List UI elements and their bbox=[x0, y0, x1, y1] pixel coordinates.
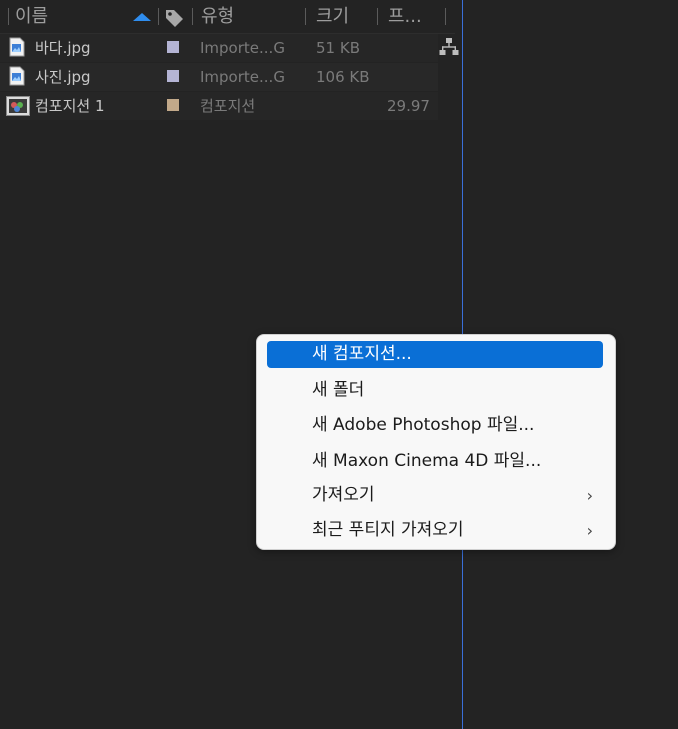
column-divider bbox=[445, 8, 446, 25]
menu-item-label: 가져오기 bbox=[312, 485, 375, 505]
item-name: 바다.jpg bbox=[35, 39, 91, 57]
column-header-bar: 이름 유형 크기 프... bbox=[0, 0, 455, 34]
label-color-swatch[interactable] bbox=[167, 70, 179, 82]
project-item-row[interactable]: 컴포지션 1 컴포지션 29.97 bbox=[0, 92, 438, 120]
menu-item-label: 새 Adobe Photoshop 파일... bbox=[312, 415, 535, 435]
item-type: 컴포지션 bbox=[200, 97, 256, 115]
project-item-row[interactable]: 사진.jpg Importe...G 106 KB bbox=[0, 63, 438, 91]
item-size: 106 KB bbox=[316, 68, 370, 86]
item-type: Importe...G bbox=[200, 39, 285, 57]
column-header-size[interactable]: 크기 bbox=[316, 6, 349, 28]
item-frame-rate: 29.97 bbox=[387, 97, 430, 115]
chevron-right-icon: › bbox=[586, 486, 593, 505]
menu-item-new-composition[interactable]: 새 컴포지션... bbox=[267, 341, 603, 368]
menu-item-label: 새 폴더 bbox=[312, 380, 365, 400]
item-name: 컴포지션 1 bbox=[35, 97, 105, 115]
sort-ascending-icon[interactable] bbox=[133, 13, 151, 21]
menu-item-new-folder[interactable]: 새 폴더 bbox=[267, 377, 603, 404]
menu-item-label: 새 컴포지션... bbox=[312, 344, 412, 364]
after-effects-project-panel: 이름 유형 크기 프... 바다.jpg Importe...G 51 KB 사… bbox=[0, 0, 678, 729]
context-menu: 새 컴포지션... 새 폴더 새 Adobe Photoshop 파일... 새… bbox=[256, 334, 616, 550]
column-header-frame-rate[interactable]: 프... bbox=[388, 6, 422, 28]
image-file-icon bbox=[9, 37, 25, 61]
column-divider bbox=[158, 8, 159, 25]
menu-item-new-photoshop-file[interactable]: 새 Adobe Photoshop 파일... bbox=[267, 412, 603, 439]
column-divider bbox=[305, 8, 306, 25]
column-divider bbox=[8, 8, 9, 25]
menu-item-label: 최근 푸티지 가져오기 bbox=[312, 520, 464, 540]
item-type: Importe...G bbox=[200, 68, 285, 86]
item-name: 사진.jpg bbox=[35, 68, 91, 86]
chevron-right-icon: › bbox=[586, 521, 593, 540]
column-divider bbox=[377, 8, 378, 25]
flowchart-icon[interactable] bbox=[439, 38, 459, 60]
menu-item-import-recent-footage[interactable]: 최근 푸티지 가져오기 › bbox=[267, 517, 603, 544]
column-divider bbox=[192, 8, 193, 25]
label-color-swatch[interactable] bbox=[167, 41, 179, 53]
composition-icon bbox=[6, 96, 30, 120]
column-header-name[interactable]: 이름 bbox=[15, 6, 48, 28]
label-tag-icon[interactable] bbox=[165, 9, 184, 32]
project-item-row[interactable]: 바다.jpg Importe...G 51 KB bbox=[0, 34, 438, 62]
label-color-swatch[interactable] bbox=[167, 99, 179, 111]
item-size: 51 KB bbox=[316, 39, 360, 57]
image-file-icon bbox=[9, 66, 25, 90]
menu-item-label: 새 Maxon Cinema 4D 파일... bbox=[312, 451, 542, 471]
menu-item-new-cinema4d-file[interactable]: 새 Maxon Cinema 4D 파일... bbox=[267, 448, 603, 475]
menu-item-import[interactable]: 가져오기 › bbox=[267, 482, 603, 509]
column-header-type[interactable]: 유형 bbox=[201, 6, 234, 28]
